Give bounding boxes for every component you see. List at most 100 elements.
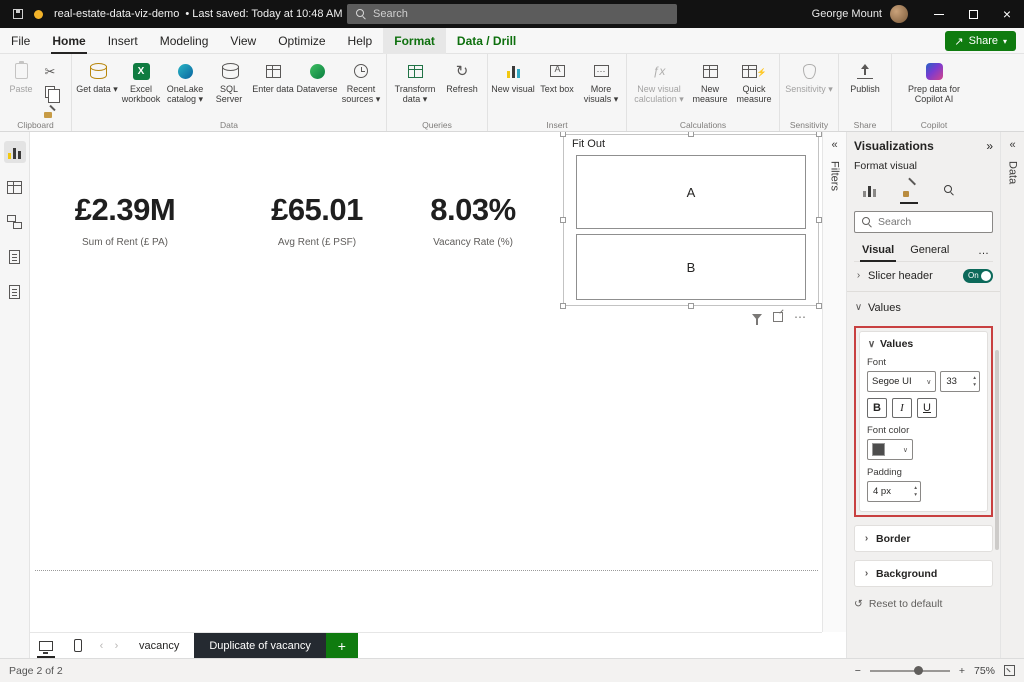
add-page-button[interactable] <box>326 633 358 658</box>
publish-button[interactable]: Publish <box>842 57 888 94</box>
data-pane-collapsed[interactable]: Data <box>1000 132 1024 658</box>
resize-handle[interactable] <box>688 132 694 137</box>
tab-help[interactable]: Help <box>337 28 384 54</box>
tab-modeling[interactable]: Modeling <box>149 28 220 54</box>
dataverse-button[interactable]: Dataverse <box>295 57 339 94</box>
values-section-header[interactable]: Values <box>854 294 993 321</box>
reset-to-default[interactable]: Reset to default <box>854 598 993 610</box>
format-search[interactable] <box>854 211 993 233</box>
onelake-catalog-button[interactable]: OneLake catalog ▾ <box>163 57 207 105</box>
analytics-icon[interactable] <box>937 178 961 202</box>
filters-pane-collapsed[interactable]: Filters <box>822 132 846 632</box>
background-card[interactable]: Background <box>854 560 993 587</box>
build-visual-icon[interactable] <box>857 178 881 202</box>
fit-to-page-icon[interactable] <box>1004 665 1015 676</box>
bold-button[interactable]: B <box>867 398 887 418</box>
tab-file[interactable]: File <box>0 28 41 54</box>
quick-measure-button[interactable]: Quick measure <box>732 57 776 105</box>
text-box-button[interactable]: Text box <box>535 57 579 94</box>
page-tab-vacancy[interactable]: vacancy <box>124 633 194 658</box>
copy-icon[interactable] <box>41 84 59 99</box>
refresh-button[interactable]: Refresh <box>440 57 484 94</box>
slicer-option-a[interactable]: A <box>576 155 806 229</box>
zoom-slider[interactable] <box>870 670 950 672</box>
font-size-input[interactable]: 33 <box>940 371 980 392</box>
share-button[interactable]: Share <box>945 31 1016 51</box>
expand-filters-icon[interactable] <box>831 139 837 151</box>
tab-insert[interactable]: Insert <box>97 28 149 54</box>
kpi-card-vacancy-rate[interactable]: 8.03% Vacancy Rate (%) <box>393 192 553 248</box>
cut-icon[interactable] <box>41 64 59 79</box>
slicer-option-b[interactable]: B <box>576 234 806 300</box>
maximize-button[interactable] <box>956 0 990 28</box>
resize-handle[interactable] <box>688 303 694 309</box>
zoom-slider-knob[interactable] <box>914 666 923 675</box>
resize-handle[interactable] <box>560 217 566 223</box>
tab-general[interactable]: General <box>902 240 957 261</box>
more-options-icon[interactable] <box>794 310 806 324</box>
format-painter-icon[interactable] <box>41 104 59 119</box>
tab-view[interactable]: View <box>219 28 267 54</box>
collapse-pane-icon[interactable] <box>986 139 993 153</box>
autosave-indicator-icon[interactable] <box>34 10 43 19</box>
format-search-input[interactable] <box>878 216 986 228</box>
desktop-layout-icon[interactable] <box>30 633 62 658</box>
format-visual-icon[interactable] <box>897 178 921 202</box>
get-data-button[interactable]: Get data ▾ <box>75 57 119 94</box>
new-measure-button[interactable]: New measure <box>688 57 732 105</box>
tab-format[interactable]: Format <box>383 28 446 54</box>
document-title[interactable]: real-estate-data-viz-demo • Last saved: … <box>54 8 353 20</box>
focus-mode-icon[interactable] <box>773 312 783 322</box>
values-card-header[interactable]: Values <box>867 338 980 350</box>
italic-button[interactable]: I <box>892 398 912 418</box>
font-family-select[interactable]: Segoe UI <box>867 371 936 392</box>
user-name[interactable]: George Mount <box>812 8 882 20</box>
close-button[interactable] <box>990 0 1024 28</box>
tab-visual[interactable]: Visual <box>854 240 902 261</box>
paste-button[interactable]: Paste <box>3 57 39 94</box>
minimize-button[interactable] <box>922 0 956 28</box>
sensitivity-button[interactable]: Sensitivity ▾ <box>783 57 835 94</box>
kpi-card-sum-rent[interactable]: £2.39M Sum of Rent (£ PA) <box>45 192 205 248</box>
slicer-header-toggle[interactable]: On <box>963 269 993 283</box>
prep-data-copilot-button[interactable]: Prep data for Copilot AI <box>895 57 973 105</box>
tab-optimize[interactable]: Optimize <box>267 28 336 54</box>
model-view-icon[interactable] <box>4 211 26 233</box>
enter-data-button[interactable]: Enter data <box>251 57 295 94</box>
new-visual-calculation-button[interactable]: New visual calculation ▾ <box>630 57 688 105</box>
slicer-header-row[interactable]: Slicer header On <box>854 262 993 289</box>
tmdl-view-icon[interactable] <box>4 281 26 303</box>
previous-page-icon[interactable] <box>94 640 109 652</box>
padding-input[interactable]: 4 px <box>867 481 921 502</box>
report-view-icon[interactable] <box>4 141 26 163</box>
expand-data-icon[interactable] <box>1009 139 1015 151</box>
report-canvas[interactable]: £2.39M Sum of Rent (£ PA) £65.01 Avg Ren… <box>30 132 822 632</box>
avatar[interactable] <box>890 5 908 23</box>
resize-handle[interactable] <box>560 132 566 137</box>
border-card[interactable]: Border <box>854 525 993 552</box>
tab-data-drill[interactable]: Data / Drill <box>446 28 527 54</box>
underline-button[interactable]: U <box>917 398 937 418</box>
search-input[interactable] <box>373 8 669 20</box>
table-view-icon[interactable] <box>4 176 26 198</box>
new-visual-button[interactable]: New visual <box>491 57 535 94</box>
transform-data-button[interactable]: Transform data ▾ <box>390 57 440 105</box>
more-options-icon[interactable] <box>978 245 993 257</box>
pane-scrollbar[interactable] <box>995 350 999 550</box>
sql-server-button[interactable]: SQL Server <box>207 57 251 105</box>
zoom-out-icon[interactable] <box>855 665 861 677</box>
recent-sources-button[interactable]: Recent sources ▾ <box>339 57 383 105</box>
next-page-icon[interactable] <box>109 640 124 652</box>
font-color-select[interactable] <box>867 439 913 460</box>
stepper-icons[interactable] <box>914 485 917 497</box>
slicer-visual-selected[interactable]: Fit Out A B <box>563 134 819 306</box>
save-icon[interactable] <box>13 9 23 19</box>
kpi-card-avg-rent[interactable]: £65.01 Avg Rent (£ PSF) <box>237 192 397 248</box>
zoom-level[interactable]: 75% <box>974 665 995 677</box>
mobile-layout-icon[interactable] <box>62 633 94 658</box>
page-tab-duplicate-of-vacancy[interactable]: Duplicate of vacancy <box>194 633 326 658</box>
global-search[interactable] <box>347 4 677 24</box>
excel-workbook-button[interactable]: Excel workbook <box>119 57 163 105</box>
stepper-icons[interactable] <box>973 375 976 387</box>
more-visuals-button[interactable]: More visuals ▾ <box>579 57 623 105</box>
